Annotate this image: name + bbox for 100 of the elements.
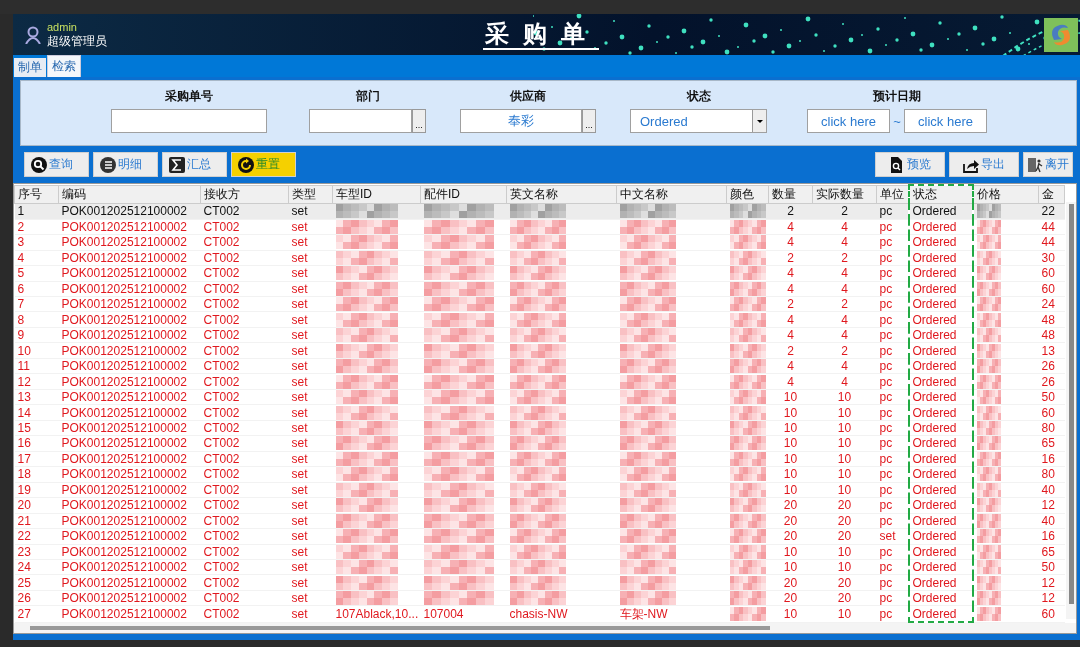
table-cell: 11 <box>14 358 59 374</box>
table-row[interactable]: 26 POK001202512100002 CT002 set 20 20 pc Ordered 12 <box>14 590 1065 606</box>
pixelated-block <box>619 421 676 435</box>
table-row[interactable]: 5 POK001202512100002 CT002 set 4 4 pc Ordered 60 <box>14 265 1065 282</box>
column-header[interactable]: 车型ID <box>332 185 421 204</box>
status-dropdown[interactable]: Ordered <box>630 109 767 133</box>
table-row[interactable]: 22 POK001202512100002 CT002 set 20 20 set Ordered 16 <box>14 528 1065 544</box>
table-cell: CT002 <box>200 265 289 282</box>
pixelated-block <box>509 312 566 327</box>
column-header[interactable]: 中文名称 <box>616 185 727 204</box>
horizontal-scrollbar[interactable] <box>14 623 1076 633</box>
table-row[interactable]: 6 POK001202512100002 CT002 set 4 4 pc Ordered 60 <box>14 281 1065 297</box>
table-cell: set <box>288 574 333 591</box>
table-row[interactable]: 17 POK001202512100002 CT002 set 10 10 pc Ordered 16 <box>14 451 1065 467</box>
column-header[interactable]: 状态 <box>908 185 973 204</box>
table-row[interactable]: 16 POK001202512100002 CT002 set 10 10 pc Ordered 65 <box>14 435 1065 452</box>
pixelated-block <box>619 467 676 482</box>
table-row[interactable]: 3 POK001202512100002 CT002 set 4 4 pc Ordered 44 <box>14 234 1065 251</box>
table-cell: POK001202512100002 <box>58 451 201 467</box>
table-cell: 4 <box>768 358 813 374</box>
table-cell: Ordered <box>908 389 973 405</box>
table-cell: 50 <box>1038 559 1065 575</box>
pixelated-block <box>619 529 676 543</box>
table-row[interactable]: 14 POK001202512100002 CT002 set 10 10 pc Ordered 60 <box>14 404 1065 421</box>
pixelated-block <box>976 498 1001 513</box>
pixelated-block <box>509 219 566 234</box>
date-field[interactable]: click here <box>807 109 890 133</box>
table-row[interactable]: 24 POK001202512100002 CT002 set 10 10 pc Ordered 50 <box>14 559 1065 575</box>
picker-field[interactable] <box>309 109 412 133</box>
pixelated-block <box>729 421 766 435</box>
column-header[interactable]: 数量 <box>768 185 813 204</box>
browse-button[interactable]: ... <box>412 109 426 133</box>
dropdown-arrow-icon[interactable] <box>756 119 763 123</box>
table-cell: pc <box>876 296 909 312</box>
pixelated-block <box>976 529 1001 543</box>
column-header[interactable]: 类型 <box>288 185 333 204</box>
column-header[interactable]: 单位 <box>876 185 909 204</box>
pixelated-block <box>423 498 494 513</box>
table-row[interactable]: 12 POK001202512100002 CT002 set 4 4 pc Ordered 26 <box>14 373 1065 390</box>
column-header[interactable]: 配件ID <box>420 185 507 204</box>
table-row[interactable]: 23 POK001202512100002 CT002 set 10 10 pc Ordered 65 <box>14 544 1065 560</box>
pixelated-block <box>729 467 766 482</box>
pixelated-block <box>976 451 1001 466</box>
table-cell: CT002 <box>200 513 289 529</box>
table-cell: 4 <box>812 327 877 343</box>
table-cell: CT002 <box>200 482 289 498</box>
table-cell: Ordered <box>908 590 973 606</box>
table-row[interactable]: 13 POK001202512100002 CT002 set 10 10 pc Ordered 50 <box>14 389 1065 405</box>
table-cell: POK001202512100002 <box>58 296 201 312</box>
table-row[interactable]: 21 POK001202512100002 CT002 set 20 20 pc Ordered 40 <box>14 513 1065 529</box>
table-cell: pc <box>876 219 909 235</box>
tab[interactable]: 制单 <box>14 58 46 77</box>
table-row[interactable]: 10 POK001202512100002 CT002 set 2 2 pc Ordered 13 <box>14 342 1065 359</box>
pixelated-block <box>976 297 1001 311</box>
picker-field[interactable]: 奉彩 <box>460 109 582 133</box>
toolbar-button[interactable]: 预览 <box>875 152 945 177</box>
table-cell: POK001202512100002 <box>58 404 201 421</box>
browse-button[interactable]: ... <box>582 109 596 133</box>
column-header[interactable]: 接收方 <box>200 185 289 204</box>
table-row[interactable]: 18 POK001202512100002 CT002 set 10 10 pc Ordered 80 <box>14 466 1065 483</box>
column-header[interactable]: 价格 <box>972 185 1039 204</box>
table-row[interactable]: 20 POK001202512100002 CT002 set 20 20 pc Ordered 12 <box>14 497 1065 514</box>
text-field[interactable] <box>111 109 267 133</box>
column-header[interactable]: 颜色 <box>726 185 769 204</box>
tab[interactable]: 检索 <box>47 55 81 77</box>
pixelated-block <box>335 513 398 528</box>
toolbar-button[interactable]: 重置 <box>231 152 296 177</box>
column-header[interactable]: 序号 <box>14 185 59 204</box>
table-row[interactable]: 19 POK001202512100002 CT002 set 10 10 pc Ordered 40 <box>14 482 1065 498</box>
table-row[interactable]: 25 POK001202512100002 CT002 set 20 20 pc Ordered 12 <box>14 574 1065 591</box>
toolbar-button[interactable]: 汇总 <box>162 152 227 177</box>
table-cell: set <box>288 389 333 405</box>
column-header[interactable]: 实际数量 <box>812 185 877 204</box>
column-header[interactable]: 金 <box>1038 185 1065 204</box>
table-cell: 107004 <box>420 605 507 622</box>
pixelated-block <box>335 560 398 574</box>
column-header[interactable]: 英文名称 <box>506 185 617 204</box>
pixelated-block <box>423 467 494 482</box>
table-row[interactable]: 9 POK001202512100002 CT002 set 4 4 pc Ordered 48 <box>14 327 1065 343</box>
table-cell: Ordered <box>908 327 973 343</box>
vertical-scrollbar[interactable] <box>1066 202 1076 619</box>
table-row[interactable]: 15 POK001202512100002 CT002 set 10 10 pc Ordered 80 <box>14 420 1065 436</box>
pixelated-block <box>729 405 766 420</box>
table-cell: set <box>288 358 333 374</box>
toolbar-button[interactable]: 明细 <box>93 152 158 177</box>
pixelated-block <box>509 405 566 420</box>
table-row[interactable]: 11 POK001202512100002 CT002 set 4 4 pc Ordered 26 <box>14 358 1065 374</box>
toolbar-button[interactable]: 查询 <box>24 152 89 177</box>
toolbar-button[interactable]: 离开 <box>1023 152 1073 177</box>
toolbar-button[interactable]: 导出 <box>949 152 1019 177</box>
table-cell: 10 <box>812 420 877 436</box>
table-row[interactable]: 4 POK001202512100002 CT002 set 2 2 pc Ordered 30 <box>14 250 1065 266</box>
date-field[interactable]: click here <box>904 109 987 133</box>
table-row[interactable]: 8 POK001202512100002 CT002 set 4 4 pc Ordered 48 <box>14 312 1065 328</box>
table-row[interactable]: 7 POK001202512100002 CT002 set 2 2 pc Ordered 24 <box>14 296 1065 312</box>
table-cell: 15 <box>14 420 59 436</box>
table-row[interactable]: 1 POK001202512100002 CT002 set 2 2 pc Ordered 22 <box>14 203 1065 220</box>
table-row[interactable]: 2 POK001202512100002 CT002 set 4 4 pc Ordered 44 <box>14 219 1065 235</box>
table-cell: POK001202512100002 <box>58 497 201 514</box>
column-header[interactable]: 编码 <box>58 185 201 204</box>
